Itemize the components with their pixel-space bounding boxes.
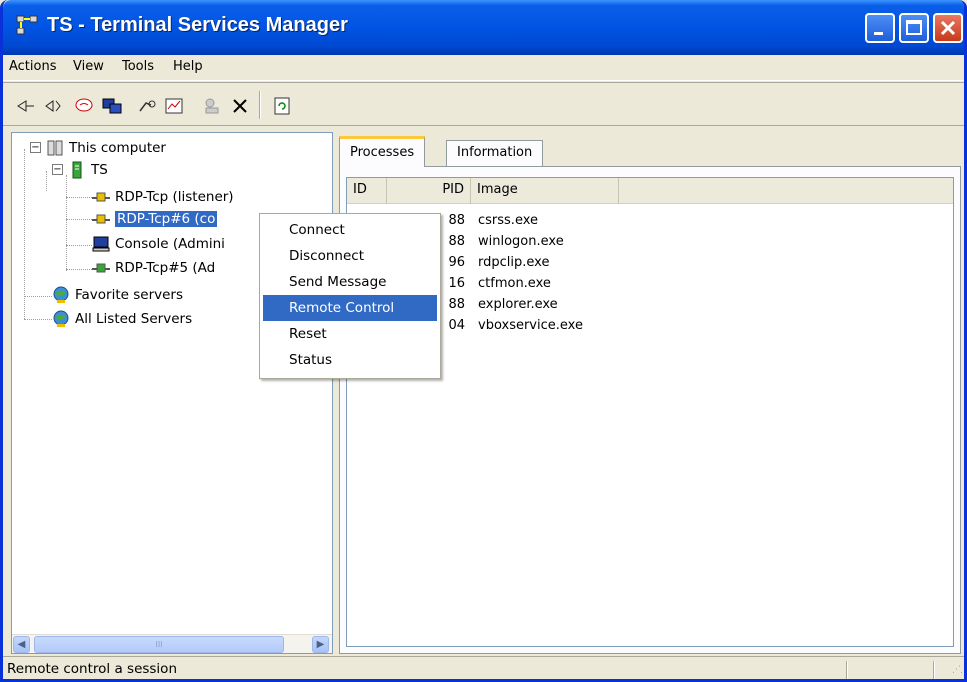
toolbar-separator — [259, 91, 261, 119]
main-window: TS - Terminal Services Manager Actions V… — [0, 0, 967, 682]
tree-item-this-computer[interactable]: This computer — [46, 137, 166, 159]
menu-actions[interactable]: Actions — [9, 59, 57, 74]
tree-item-server[interactable]: TS — [68, 159, 108, 181]
tree-label: RDP-Tcp#6 (co — [115, 211, 218, 227]
globe-icon — [53, 310, 69, 327]
connect-icon[interactable] — [15, 95, 37, 117]
status-icon[interactable] — [163, 95, 185, 117]
close-button[interactable] — [933, 13, 963, 43]
context-menu: Connect Disconnect Send Message Remote C… — [259, 213, 441, 379]
tab-information[interactable]: Information — [446, 140, 544, 166]
computer-group-icon — [47, 140, 63, 156]
collapse-toggle[interactable]: − — [30, 142, 41, 153]
title-bar[interactable]: TS - Terminal Services Manager — [3, 0, 964, 55]
tree-item-session-rdp5[interactable]: RDP-Tcp#5 (Ad — [92, 257, 215, 279]
network-connection-icon — [92, 192, 110, 202]
image-cell: explorer.exe — [478, 297, 558, 312]
tree-label: This computer — [69, 140, 166, 156]
image-cell: winlogon.exe — [478, 234, 564, 249]
detail-pane: Processes Information ID PID Image 88 cs… — [339, 132, 961, 654]
tree-line — [66, 269, 92, 270]
end-process-icon[interactable] — [229, 95, 251, 117]
column-header-pid[interactable]: PID — [387, 178, 471, 204]
maximize-button[interactable] — [899, 13, 929, 43]
menu-bar: Actions View Tools Help — [3, 55, 964, 81]
tree-item-session-console[interactable]: Console (Admini — [92, 233, 225, 255]
tree-item-all-listed-servers[interactable]: All Listed Servers — [52, 308, 192, 330]
toolbar — [3, 82, 964, 126]
maximize-icon — [906, 20, 922, 35]
send-message-icon[interactable] — [73, 95, 95, 117]
tree-line — [66, 197, 92, 198]
server-tree[interactable]: − This computer − TS RDP-Tcp (listener) … — [11, 132, 333, 654]
tab-processes[interactable]: Processes — [339, 136, 426, 167]
list-header: ID PID Image — [347, 178, 953, 204]
image-cell: rdpclip.exe — [478, 255, 550, 270]
menu-item-disconnect[interactable]: Disconnect — [263, 243, 437, 269]
tree-line — [24, 149, 25, 319]
column-header-image[interactable]: Image — [471, 178, 619, 204]
menu-item-send-message[interactable]: Send Message — [263, 269, 437, 295]
close-icon — [940, 20, 956, 36]
terminal-services-icon — [16, 15, 38, 35]
image-cell: vboxservice.exe — [478, 318, 583, 333]
logoff-icon — [201, 95, 223, 117]
refresh-icon[interactable] — [271, 95, 293, 117]
reset-icon[interactable] — [136, 95, 158, 117]
tree-item-session-listener[interactable]: RDP-Tcp (listener) — [92, 186, 234, 208]
tree-label: All Listed Servers — [75, 311, 193, 327]
minimize-button[interactable] — [865, 13, 895, 43]
tree-item-favorite-servers[interactable]: Favorite servers — [52, 284, 183, 306]
tree-line — [24, 319, 52, 320]
column-header-id[interactable]: ID — [347, 178, 387, 204]
menu-item-remote-control[interactable]: Remote Control — [263, 295, 437, 321]
globe-icon — [53, 286, 69, 303]
status-bar: Remote control a session ⋰⋰ — [3, 656, 964, 679]
tree-line — [66, 219, 92, 220]
menu-item-status[interactable]: Status — [263, 347, 437, 373]
server-icon — [72, 161, 82, 179]
menu-tools[interactable]: Tools — [122, 59, 154, 74]
menu-view[interactable]: View — [73, 59, 104, 74]
resize-grip[interactable]: ⋰⋰ — [952, 665, 964, 679]
tree-line — [46, 171, 47, 191]
status-separator — [933, 661, 935, 679]
minimize-icon — [874, 32, 883, 35]
status-separator — [846, 661, 848, 679]
tree-line — [66, 245, 92, 246]
tree-label: Console (Admini — [115, 236, 225, 252]
status-text: Remote control a session — [7, 661, 178, 677]
window-title: TS - Terminal Services Manager — [47, 14, 348, 36]
menu-item-reset[interactable]: Reset — [263, 321, 437, 347]
collapse-toggle[interactable]: − — [52, 164, 63, 175]
monitor-icon — [92, 236, 110, 252]
scroll-thumb[interactable]: III — [34, 636, 284, 653]
network-connection-icon — [92, 263, 110, 273]
scroll-left-button[interactable]: ◀ — [13, 636, 30, 653]
tree-label: TS — [91, 162, 108, 178]
image-cell: ctfmon.exe — [478, 276, 551, 291]
network-connection-icon — [92, 214, 110, 224]
remote-control-icon[interactable] — [101, 95, 123, 117]
image-cell: csrss.exe — [478, 213, 539, 228]
tree-label: RDP-Tcp#5 (Ad — [115, 260, 216, 276]
menu-help[interactable]: Help — [173, 59, 203, 74]
menu-item-connect[interactable]: Connect — [263, 217, 437, 243]
tree-item-session-selected[interactable]: RDP-Tcp#6 (co — [92, 208, 218, 230]
tree-line — [24, 296, 52, 297]
tree-label: Favorite servers — [75, 287, 184, 303]
disconnect-icon[interactable] — [43, 95, 65, 117]
tree-line — [66, 175, 67, 271]
scroll-right-button[interactable]: ▶ — [312, 636, 329, 653]
horizontal-scrollbar[interactable]: ◀ III ▶ — [12, 634, 332, 653]
tree-label: RDP-Tcp (listener) — [115, 189, 234, 205]
